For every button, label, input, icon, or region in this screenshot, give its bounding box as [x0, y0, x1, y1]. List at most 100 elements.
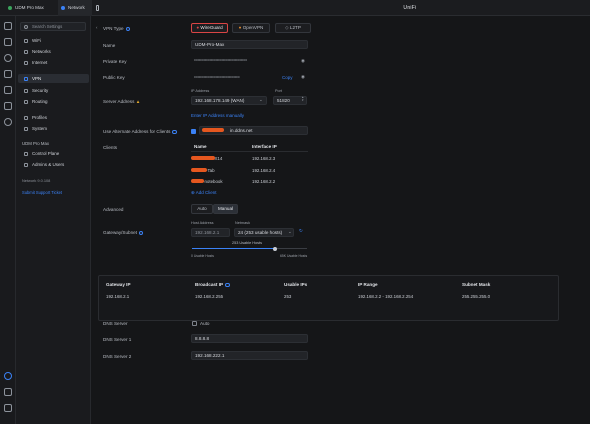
- tab-udm-pro-max[interactable]: UDM Pro Max: [4, 0, 56, 16]
- client-row-ip: 192.168.2.3: [252, 156, 276, 161]
- table-cell: 255.255.255.0: [462, 294, 491, 299]
- clients-header-ip: Interface IP: [252, 144, 277, 149]
- sidebar-item-system[interactable]: System: [18, 124, 89, 133]
- settings-gear-icon[interactable]: [4, 372, 12, 380]
- info-icon[interactable]: [125, 26, 131, 32]
- settings-sidebar: Search Settings WiFi Networks Internet V…: [16, 16, 91, 424]
- sidebar-item-vpn[interactable]: VPN: [18, 74, 89, 83]
- dashboard-icon[interactable]: [4, 22, 12, 30]
- sidebar-item-control-plane[interactable]: Control Plane: [18, 149, 89, 158]
- alternate-address-checkbox[interactable]: [191, 129, 196, 134]
- tab-label: UDM Pro Max: [15, 5, 44, 10]
- app-icon-rail: [0, 16, 16, 424]
- sidebar-item-security[interactable]: Security: [18, 86, 89, 95]
- profiles-icon: [24, 115, 28, 120]
- alerts-icon[interactable]: [4, 118, 12, 126]
- phone-icon[interactable]: [96, 0, 102, 16]
- info-icon[interactable]: [138, 230, 144, 236]
- eye-icon[interactable]: ◉: [301, 58, 305, 64]
- dns-server-label: DNS Server: [103, 321, 128, 326]
- enter-ip-manually-link[interactable]: Enter IP Address manually: [191, 113, 244, 118]
- dns-server-2-field[interactable]: 192.168.222.1: [191, 351, 308, 360]
- table-cell: 192.168.2.1: [106, 294, 130, 299]
- clients-icon[interactable]: [4, 70, 12, 78]
- host-address-field[interactable]: 192.168.2.1: [191, 228, 230, 237]
- sidebar-item-label: WiFi: [32, 38, 41, 43]
- client-row-ip: 192.168.2.4: [252, 168, 276, 173]
- sidebar-item-label: System: [32, 126, 48, 131]
- eye-icon[interactable]: ◉: [301, 74, 305, 80]
- redaction-mark: [191, 156, 215, 160]
- internet-icon: [24, 60, 28, 65]
- table-header: Usable IPs: [284, 282, 308, 287]
- table-header: Subnet Mask: [462, 282, 491, 287]
- tab-network[interactable]: Network: [58, 0, 92, 16]
- sidebar-item-label: Networks: [32, 49, 51, 54]
- sidebar-item-label: VPN: [32, 76, 42, 81]
- vpn-settings-panel: ‹ VPN Type ● WireGuard ● OpenVPN ◇ L2TP …: [91, 16, 590, 424]
- table-header: Broadcast IP: [195, 282, 230, 288]
- copy-button[interactable]: Copy: [282, 75, 293, 80]
- sidebar-item-internet[interactable]: Internet: [18, 58, 89, 67]
- sidebar-item-label: Control Plane: [32, 151, 60, 156]
- vpn-type-openvpn[interactable]: ● OpenVPN: [232, 23, 270, 33]
- private-key-value: ••••••••••••••••••••••••••••••••••••••••…: [194, 57, 247, 62]
- divider: [191, 151, 308, 152]
- port-stepper-icon[interactable]: ▴ ▾: [302, 96, 305, 102]
- name-field[interactable]: UDM-Pro-Max: [191, 40, 308, 49]
- version-text: Network 9.0.108: [22, 178, 51, 183]
- sidebar-item-networks[interactable]: Networks: [18, 47, 89, 56]
- advanced-label: Advanced: [103, 207, 124, 212]
- netmask-label: Netmask: [235, 221, 250, 225]
- search-placeholder: Search Settings: [32, 24, 63, 29]
- hosts-slider-thumb[interactable]: [272, 246, 277, 251]
- dns-server-2-label: DNS Server 2: [103, 354, 132, 359]
- public-key-label: Public Key: [103, 75, 125, 80]
- devices-icon[interactable]: [4, 54, 12, 62]
- dns-server-1-field[interactable]: 8.8.8.8: [191, 334, 308, 343]
- clients-label: Clients: [103, 145, 118, 150]
- vpn-type-wireguard[interactable]: ● WireGuard: [191, 23, 228, 33]
- table-cell: 192.168.2.2 - 192.168.2.254: [358, 294, 414, 299]
- add-client-button[interactable]: ⊕ Add Client: [191, 190, 217, 196]
- support-ticket-link[interactable]: Submit Support Ticket: [22, 190, 62, 195]
- logs-icon[interactable]: [4, 388, 12, 396]
- protect-icon[interactable]: [4, 102, 12, 110]
- shield-icon: [24, 88, 28, 93]
- statistics-icon[interactable]: [4, 86, 12, 94]
- netmask-select[interactable]: 24 (253 usable hosts): [234, 228, 294, 237]
- dns-server-1-label: DNS Server 1: [103, 337, 132, 342]
- sidebar-item-profiles[interactable]: Profiles: [18, 113, 89, 122]
- public-key-value: ••••••••••••••••••••••••••••••••••••••: [194, 74, 240, 79]
- client-row-ip: 192.168.2.2: [252, 179, 276, 184]
- private-key-label: Private Key: [103, 59, 127, 64]
- advanced-manual[interactable]: Manual: [213, 204, 238, 214]
- networks-icon: [24, 49, 28, 54]
- redaction-mark: [191, 179, 204, 183]
- sidebar-item-wifi[interactable]: WiFi: [18, 36, 89, 45]
- slider-max-label: 65K Usable Hosts: [280, 254, 308, 258]
- topology-icon[interactable]: [4, 38, 12, 46]
- table-cell: 192.168.2.255: [195, 294, 224, 299]
- subnet-summary-table: Gateway IP Broadcast IP Usable IPs IP Ra…: [98, 275, 559, 321]
- sidebar-item-admins-users[interactable]: Admins & Users: [18, 160, 89, 169]
- help-icon[interactable]: [4, 404, 12, 412]
- refresh-icon[interactable]: ↻: [299, 228, 303, 234]
- table-cell: 253: [284, 294, 292, 299]
- dns-auto-checkbox[interactable]: [192, 321, 197, 326]
- sidebar-item-routing[interactable]: Routing: [18, 97, 89, 106]
- name-label: Name: [103, 43, 116, 48]
- clients-header-name: Name: [194, 144, 207, 149]
- search-input[interactable]: Search Settings: [20, 22, 86, 31]
- wifi-icon: [24, 38, 28, 43]
- status-dot-icon: [8, 5, 12, 10]
- advanced-auto[interactable]: Auto: [191, 204, 213, 214]
- info-icon[interactable]: [172, 129, 177, 135]
- device-heading: UDM Pro Max: [22, 141, 49, 146]
- sidebar-item-label: Profiles: [32, 115, 48, 120]
- hosts-slider-fill: [192, 248, 275, 249]
- vpn-type-l2tp[interactable]: ◇ L2TP: [275, 23, 311, 33]
- back-chevron-icon[interactable]: ‹: [96, 25, 98, 30]
- ip-address-select[interactable]: 192.168.178.149 (WAN): [191, 96, 267, 105]
- info-icon[interactable]: [225, 282, 230, 288]
